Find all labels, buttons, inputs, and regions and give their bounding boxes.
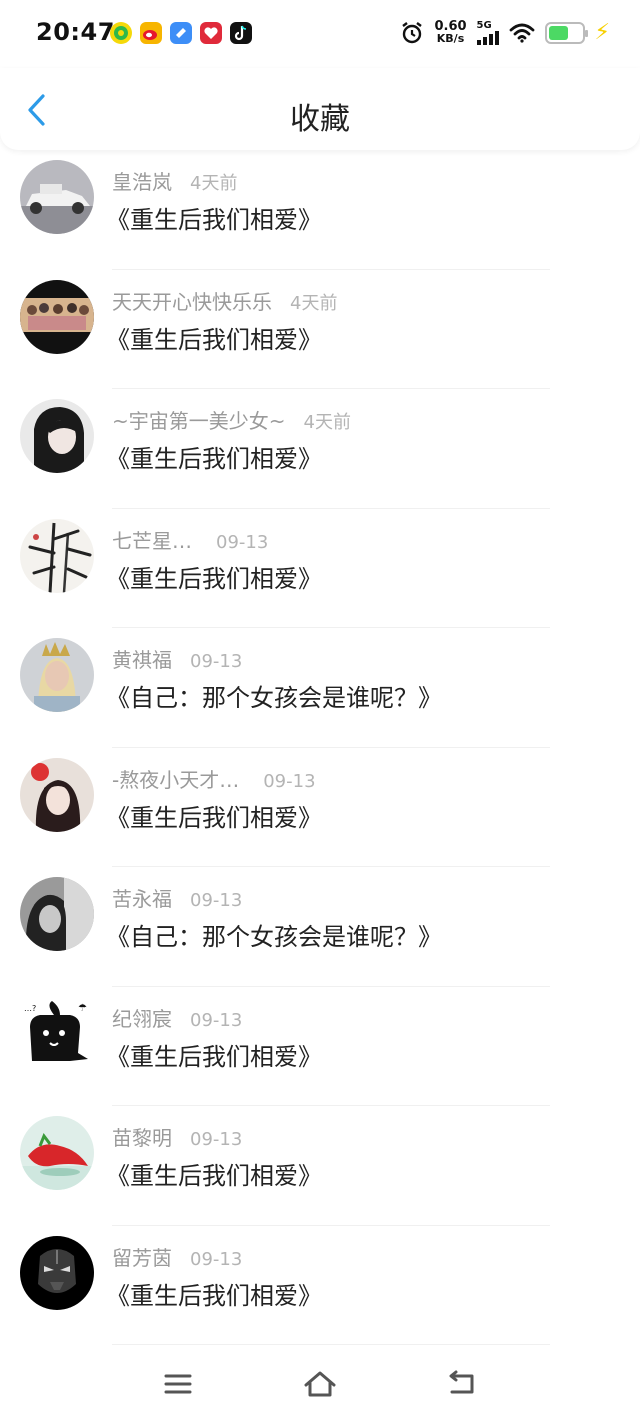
item-time: 4天前 <box>290 292 338 314</box>
item-time: 09-13 <box>190 1129 243 1150</box>
avatar[interactable] <box>20 1116 94 1190</box>
user-name[interactable]: 纪翎宸 <box>112 1003 172 1032</box>
menu-icon <box>164 1374 192 1394</box>
list-item[interactable]: 皇浩岚 4天前 《重生后我们相爱》 <box>0 150 640 270</box>
list-item[interactable]: 黄祺福 09-13 《自己：那个女孩会是谁呢？》 <box>0 628 640 748</box>
item-title[interactable]: 《重生后我们相爱》 <box>106 1156 322 1191</box>
list-item[interactable]: 留芳茵 09-13 《重生后我们相爱》 <box>0 1226 640 1345</box>
list-item[interactable]: ~宇宙第一美少女~ 4天前 《重生后我们相爱》 <box>0 389 640 509</box>
avatar[interactable]: ☂ …? <box>20 996 94 1071</box>
item-meta: ~宇宙第一美少女~ 4天前 <box>112 405 351 434</box>
status-time: 20:47 <box>36 18 115 46</box>
chat-icon <box>170 22 192 44</box>
list-item[interactable]: -熬夜小天才… 09-13 《重生后我们相爱》 <box>0 748 640 867</box>
item-time: 09-13 <box>190 1009 243 1031</box>
item-title[interactable]: 《重生后我们相爱》 <box>106 798 322 833</box>
list-item[interactable]: 七芒星… 09-13 《重生后我们相爱》 <box>0 509 640 628</box>
weibo-icon <box>140 22 162 44</box>
item-meta: 苗黎明 09-13 <box>112 1122 242 1151</box>
avatar[interactable] <box>20 757 94 832</box>
home-icon <box>304 1371 336 1397</box>
svg-text:☂: ☂ <box>78 1003 87 1014</box>
item-title[interactable]: 《自己：那个女孩会是谁呢？》 <box>106 917 442 952</box>
header: 收藏 <box>0 68 640 150</box>
item-title[interactable]: 《自己：那个女孩会是谁呢？》 <box>106 678 442 713</box>
item-meta: 七芒星… 09-13 <box>112 525 268 554</box>
list-item[interactable]: 苦永福 09-13 《自己：那个女孩会是谁呢？》 <box>0 867 640 987</box>
divider <box>112 1344 550 1345</box>
back-icon <box>449 1370 474 1394</box>
system-status: 0.60 KB/s 5G ⚡ <box>400 20 610 45</box>
item-meta: 留芳茵 09-13 <box>112 1242 242 1271</box>
avatar[interactable] <box>20 399 94 473</box>
avatar[interactable] <box>20 1235 94 1310</box>
item-time: 4天前 <box>190 173 238 194</box>
item-meta: 天天开心快快乐乐 4天前 <box>112 286 337 315</box>
item-time: 4天前 <box>303 412 351 433</box>
user-name[interactable]: 天天开心快快乐乐 <box>112 286 272 315</box>
item-meta: -熬夜小天才… 09-13 <box>112 764 316 793</box>
user-name[interactable]: -熬夜小天才… <box>112 764 239 793</box>
battery-icon <box>544 21 588 44</box>
item-meta: 黄祺福 09-13 <box>112 644 242 673</box>
alarm-icon <box>402 21 423 43</box>
item-time: 09-13 <box>190 890 243 911</box>
tiktok-icon <box>230 22 252 44</box>
favorites-list: 皇浩岚 4天前 《重生后我们相爱》 天天开心快快乐乐 4天前 《重生后我们相爱》 <box>0 150 640 1345</box>
list-item[interactable]: 苗黎明 09-13 《重生后我们相爱》 <box>0 1106 640 1226</box>
item-meta: 皇浩岚 4天前 <box>112 166 237 195</box>
signal-indicator: 5G <box>476 20 499 45</box>
avatar[interactable] <box>20 160 94 234</box>
menu-button[interactable] <box>158 1366 198 1402</box>
svg-text:…?: …? <box>24 1004 36 1013</box>
item-meta: 纪翎宸 09-13 <box>112 1003 242 1032</box>
avatar[interactable] <box>20 279 94 354</box>
user-name[interactable]: 留芳茵 <box>112 1242 172 1271</box>
app-icon-green <box>110 22 132 44</box>
status-bar: 20:47 0.60 KB/s 5G ⚡ <box>0 0 640 68</box>
item-time: 09-13 <box>263 770 316 792</box>
item-title[interactable]: 《重生后我们相爱》 <box>106 200 322 235</box>
navigation-bar <box>0 1352 640 1422</box>
item-time: 09-13 <box>216 531 269 553</box>
user-name[interactable]: 黄祺福 <box>112 644 172 673</box>
page-title: 收藏 <box>290 102 350 137</box>
notification-icons <box>110 22 252 44</box>
net-speed: 0.60 KB/s <box>434 18 467 45</box>
avatar[interactable] <box>20 877 94 951</box>
item-title[interactable]: 《重生后我们相爱》 <box>106 439 322 474</box>
wifi-icon <box>509 23 534 43</box>
item-title[interactable]: 《重生后我们相爱》 <box>106 1276 322 1311</box>
item-time: 09-13 <box>190 1248 243 1270</box>
home-button[interactable] <box>300 1366 340 1402</box>
item-time: 09-13 <box>190 651 243 672</box>
charging-icon: ⚡ <box>594 20 610 45</box>
user-name[interactable]: 皇浩岚 <box>112 166 172 195</box>
red-app-icon <box>200 22 222 44</box>
item-title[interactable]: 《重生后我们相爱》 <box>106 1037 322 1072</box>
user-name[interactable]: 七芒星… <box>112 525 192 554</box>
signal-bars-icon <box>476 30 499 45</box>
item-meta: 苦永福 09-13 <box>112 883 242 912</box>
item-title[interactable]: 《重生后我们相爱》 <box>106 320 322 355</box>
avatar[interactable] <box>20 518 94 593</box>
user-name[interactable]: 苗黎明 <box>112 1122 172 1151</box>
back-nav-button[interactable] <box>442 1366 482 1402</box>
avatar[interactable] <box>20 638 94 712</box>
user-name[interactable]: ~宇宙第一美少女~ <box>112 405 286 434</box>
list-item[interactable]: ☂ …? 纪翎宸 09-13 《重生后我们相爱》 <box>0 987 640 1106</box>
user-name[interactable]: 苦永福 <box>112 883 172 912</box>
list-item[interactable]: 天天开心快快乐乐 4天前 《重生后我们相爱》 <box>0 270 640 389</box>
item-title[interactable]: 《重生后我们相爱》 <box>106 559 322 594</box>
